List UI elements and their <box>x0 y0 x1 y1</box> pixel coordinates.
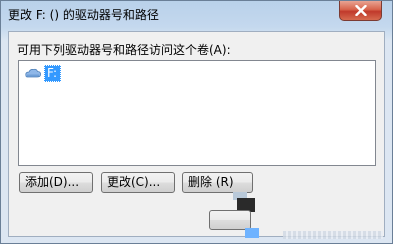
list-label: 可用下列驱动器号和路径访问这个卷(A): <box>17 43 231 57</box>
redaction-patch <box>245 228 259 238</box>
dialog-content: 可用下列驱动器号和路径访问这个卷(A): F: 添加(D)... 更改(C)..… <box>8 31 385 238</box>
watermark <box>283 231 383 239</box>
list-item-label: F: <box>44 64 62 82</box>
ok-button[interactable] <box>209 210 251 230</box>
window-title: 更改 F: () 的驱动器号和路径 <box>8 8 159 22</box>
delete-button[interactable]: 删除 (R) <box>182 172 253 193</box>
drive-icon <box>25 68 41 78</box>
close-icon <box>355 5 367 16</box>
list-item[interactable]: F: <box>24 64 62 82</box>
close-button[interactable] <box>339 1 382 21</box>
dialog-window: 更改 F: () 的驱动器号和路径 可用下列驱动器号和路径访问这个卷(A): F… <box>0 0 393 244</box>
add-button[interactable]: 添加(D)... <box>19 172 93 193</box>
change-button[interactable]: 更改(C)... <box>101 172 175 193</box>
path-listbox[interactable]: F: <box>18 60 376 166</box>
